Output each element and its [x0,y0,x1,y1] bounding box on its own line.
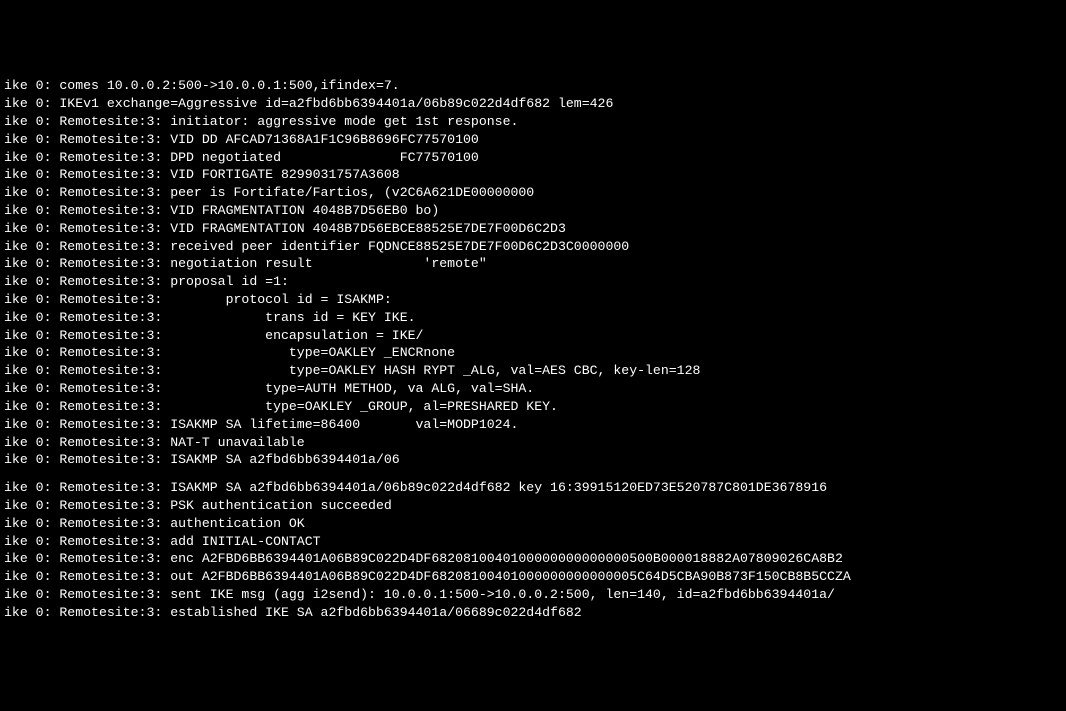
log-line: ike 0: Remotesite:3: type=OAKLEY HASH RY… [4,362,1062,380]
log-line: ike 0: Remotesite:3: type=AUTH METHOD, v… [4,380,1062,398]
log-line: ike 0: IKEv1 exchange=Aggressive id=a2fb… [4,95,1062,113]
log-line: ike 0: Remotesite:3: sent IKE msg (agg i… [4,586,1062,604]
log-line: ike 0: comes 10.0.0.2:500->10.0.0.1:500,… [4,77,1062,95]
log-line: ike 0: Remotesite:3: negotiation result … [4,255,1062,273]
log-line: ike 0: Remotesite:3: out A2FBD6BB6394401… [4,568,1062,586]
log-line: ike 0: Remotesite:3: type=OAKLEY _GROUP,… [4,398,1062,416]
log-line: ike 0: Remotesite:3: encapsulation = IKE… [4,327,1062,345]
log-line: ike 0: Remotesite:3: established IKE SA … [4,604,1062,622]
log-line: ike 0: Remotesite:3: protocol id = ISAKM… [4,291,1062,309]
log-line: ike 0: Remotesite:3: type=OAKLEY _ENCRno… [4,344,1062,362]
log-line: ike 0: Remotesite:3: add INITIAL-CONTACT [4,533,1062,551]
log-line: ike 0: Remotesite:3: received peer ident… [4,238,1062,256]
log-line: ike 0: Remotesite:3: ISAKMP SA lifetime=… [4,416,1062,434]
log-line: ike 0: Remotesite:3: PSK authentication … [4,497,1062,515]
log-line: ike 0: Remotesite:3: VID FRAGMENTATION 4… [4,202,1062,220]
log-line: ike 0: Remotesite:3: VID FORTIGATE 82990… [4,166,1062,184]
log-line: ike 0: Remotesite:3: NAT-T unavailable [4,434,1062,452]
log-line: ike 0: Remotesite:3: peer is Fortifate/F… [4,184,1062,202]
log-line: ike 0: Remotesite:3: proposal id =1: [4,273,1062,291]
log-line: ike 0: Remotesite:3: trans id = KEY IKE. [4,309,1062,327]
log-line: ike 0: Remotesite:3: ISAKMP SA a2fbd6bb6… [4,479,1062,497]
log-line: ike 0: Remotesite:3: DPD negotiated FC77… [4,149,1062,167]
log-line [4,469,1062,479]
log-line: ike 0: Remotesite:3: enc A2FBD6BB6394401… [4,550,1062,568]
log-line: ike 0: Remotesite:3: initiator: aggressi… [4,113,1062,131]
terminal-output: ike 0: comes 10.0.0.2:500->10.0.0.1:500,… [4,77,1062,621]
log-line: ike 0: Remotesite:3: VID FRAGMENTATION 4… [4,220,1062,238]
log-line: ike 0: Remotesite:3: ISAKMP SA a2fbd6bb6… [4,451,1062,469]
log-line: ike 0: Remotesite:3: VID DD AFCAD71368A1… [4,131,1062,149]
log-line: ike 0: Remotesite:3: authentication OK [4,515,1062,533]
